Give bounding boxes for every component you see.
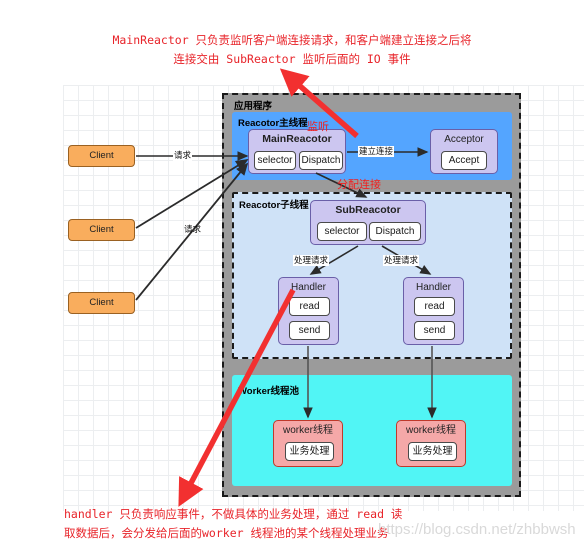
worker-thread-node-2[interactable]: worker线程 业务处理 (396, 420, 466, 467)
red-label-assign-connection: 分配连接 (337, 178, 381, 191)
sub-reactor-dispatch-chip[interactable]: Dispatch (369, 222, 421, 241)
handler-send-chip-1[interactable]: send (289, 321, 330, 340)
client-node-1[interactable]: Client (68, 145, 135, 167)
edge-label-request-2: 请求 (184, 224, 202, 234)
client-node-3[interactable]: Client (68, 292, 135, 314)
edge-label-request-1: 请求 (173, 150, 193, 161)
main-reactor-title: MainReacotor (262, 133, 332, 145)
red-label-listen: 监听 (307, 120, 329, 133)
acceptor-accept-chip[interactable]: Accept (441, 151, 487, 170)
sub-reactor-selector-chip[interactable]: selector (317, 222, 367, 241)
worker-business-chip-2[interactable]: 业务处理 (408, 442, 457, 461)
acceptor-title: Acceptor (444, 134, 484, 145)
edge-label-establish-connection: 建立连接 (358, 146, 395, 157)
worker-thread-pool-label: Worker线程池 (238, 386, 300, 397)
handler-read-chip-1[interactable]: read (289, 297, 330, 316)
main-reactor-dispatch-chip[interactable]: Dispatch (299, 151, 343, 170)
edge-label-handle-request-1: 处理请求 (293, 255, 330, 266)
reactor-sub-thread-label: Reacotor子线程 (239, 200, 309, 211)
watermark-text: https://blog.csdn.net/zhbbwsh (378, 521, 576, 538)
handler-node-1[interactable]: Handler read send (278, 277, 339, 345)
handler-node-2[interactable]: Handler read send (403, 277, 464, 345)
sub-reactor-title: SubReacotor (335, 204, 401, 216)
sub-reactor-node[interactable]: SubReacotor selector Dispatch (310, 200, 426, 245)
acceptor-node[interactable]: Acceptor Accept (430, 129, 498, 174)
worker-thread-node-1[interactable]: worker线程 业务处理 (273, 420, 343, 467)
worker-thread-title-2: worker线程 (405, 425, 456, 436)
client-node-2[interactable]: Client (68, 219, 135, 241)
application-label: 应用程序 (234, 101, 273, 112)
handler-title-2: Handler (415, 282, 452, 293)
main-reactor-node[interactable]: MainReacotor selector Dispatch (248, 129, 346, 174)
handler-title-1: Handler (290, 282, 327, 293)
handler-send-chip-2[interactable]: send (414, 321, 455, 340)
edge-label-handle-request-2: 处理请求 (383, 255, 420, 266)
worker-thread-title-1: worker线程 (282, 425, 333, 436)
worker-business-chip-1[interactable]: 业务处理 (285, 442, 334, 461)
reactor-main-thread-label: Reacotor主线程 (238, 118, 308, 129)
annotation-top-text: MainReactor 只负责监听客户端连接请求，和客户端建立连接之后将 连接交… (112, 33, 472, 66)
main-reactor-selector-chip[interactable]: selector (254, 151, 296, 170)
handler-read-chip-2[interactable]: read (414, 297, 455, 316)
